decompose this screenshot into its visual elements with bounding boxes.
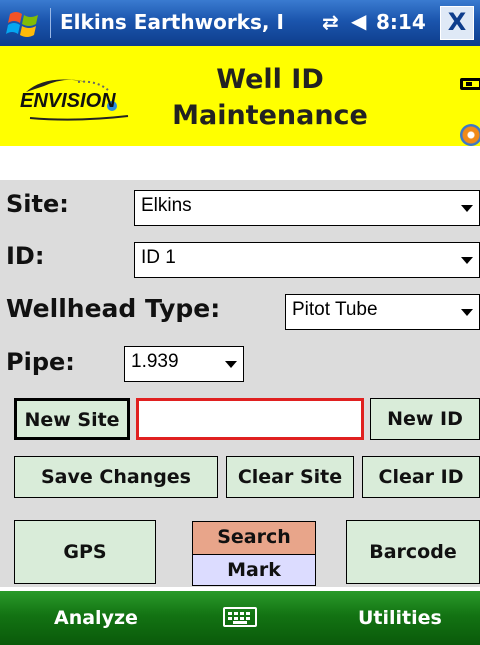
site-label: Site: xyxy=(6,190,69,218)
clear-site-button[interactable]: Clear Site xyxy=(226,456,354,498)
clear-id-button[interactable]: Clear ID xyxy=(362,456,480,498)
app-header: ENVISION Well ID Maintenance xyxy=(0,46,480,146)
new-id-button[interactable]: New ID xyxy=(370,398,480,440)
new-id-input[interactable] xyxy=(136,398,364,440)
speaker-icon[interactable]: ◀ xyxy=(351,9,366,33)
pipe-label: Pipe: xyxy=(6,348,75,376)
pipe-dropdown[interactable]: 1.939 xyxy=(124,346,244,382)
id-value: ID 1 xyxy=(141,247,176,268)
site-dropdown[interactable]: Elkins xyxy=(134,190,480,226)
close-button[interactable]: X xyxy=(440,6,474,40)
page-title-line1: Well ID xyxy=(216,64,324,95)
analyze-softkey[interactable]: Analyze xyxy=(54,607,138,629)
gps-button[interactable]: GPS xyxy=(14,520,156,584)
wellhead-type-label: Wellhead Type: xyxy=(6,294,221,323)
utilities-softkey[interactable]: Utilities xyxy=(358,607,442,629)
title-separator xyxy=(50,8,51,38)
chevron-down-icon xyxy=(225,361,237,368)
wellhead-type-value: Pitot Tube xyxy=(292,299,378,320)
clock[interactable]: 8:14 xyxy=(376,10,426,34)
battery-icon xyxy=(460,78,480,90)
search-button[interactable]: Search xyxy=(192,521,316,555)
mark-button[interactable]: Mark xyxy=(192,555,316,586)
wellhead-type-dropdown[interactable]: Pitot Tube xyxy=(285,294,480,330)
disc-icon xyxy=(460,124,480,146)
keyboard-icon[interactable] xyxy=(223,607,257,627)
title-bar: Elkins Earthworks, I ⇄ ◀ 8:14 X xyxy=(0,0,480,46)
barcode-button[interactable]: Barcode xyxy=(346,520,480,584)
save-changes-button[interactable]: Save Changes xyxy=(14,456,218,498)
envision-logo: ENVISION xyxy=(16,76,140,126)
chevron-down-icon xyxy=(461,205,473,212)
windows-start-icon[interactable] xyxy=(6,6,42,40)
new-site-button[interactable]: New Site xyxy=(14,398,130,440)
page-title: Well ID Maintenance xyxy=(170,62,370,134)
well-id-form: Site: Elkins ID: ID 1 Wellhead Type: Pit… xyxy=(0,146,480,591)
site-value: Elkins xyxy=(141,195,192,216)
window-title: Elkins Earthworks, I xyxy=(60,10,284,34)
soft-key-bar: Analyze Utilities xyxy=(0,591,480,645)
id-dropdown[interactable]: ID 1 xyxy=(134,242,480,278)
id-label: ID: xyxy=(6,242,45,270)
pipe-value: 1.939 xyxy=(131,351,179,372)
chevron-down-icon xyxy=(461,309,473,316)
connectivity-icon[interactable]: ⇄ xyxy=(322,10,339,34)
chevron-down-icon xyxy=(461,257,473,264)
logo-text: ENVISION xyxy=(20,90,116,112)
page-title-line2: Maintenance xyxy=(172,100,368,131)
